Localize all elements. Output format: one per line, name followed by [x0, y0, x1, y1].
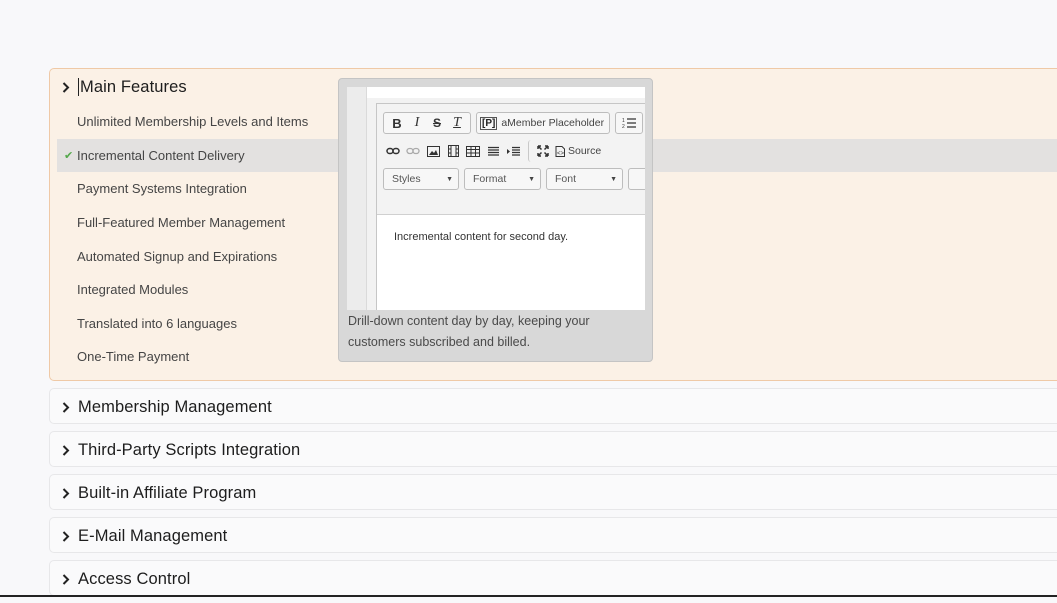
text-caret — [78, 78, 79, 96]
dropdown-arrow-icon: ▼ — [446, 175, 453, 183]
chevron-right-icon — [54, 69, 78, 105]
feature-item-label: Incremental Content Delivery — [77, 147, 245, 163]
dropdown-arrow-icon: ▼ — [610, 175, 617, 183]
placeholder-button[interactable]: [P] aMember Placeholder — [476, 112, 611, 134]
panel-title: Access Control — [78, 569, 191, 588]
feature-preview-popup: B I S T [P] aMember Placeholder 12 <> So… — [338, 78, 653, 362]
maximize-icon[interactable] — [533, 141, 553, 161]
view-button-group: <> Source — [528, 140, 606, 162]
placeholder-label: aMember Placeholder — [501, 117, 605, 129]
image-icon[interactable] — [423, 141, 443, 161]
panel-header-membership-management[interactable]: Membership Management — [50, 389, 1057, 425]
size-dropdown[interactable] — [628, 168, 645, 190]
styles-dropdown[interactable]: Styles ▼ — [383, 168, 459, 190]
editor-content-area[interactable]: Incremental content for second day. — [377, 214, 645, 310]
editor-screenshot: B I S T [P] aMember Placeholder 12 <> So… — [347, 87, 645, 310]
chevron-right-icon — [54, 389, 78, 425]
chevron-right-icon — [54, 561, 78, 597]
unlink-icon[interactable] — [403, 141, 423, 161]
panel-email-management: E-Mail Management — [49, 517, 1057, 553]
editor-top-strip — [367, 87, 645, 98]
numbered-list-icon: 12 — [619, 113, 639, 133]
bold-button[interactable]: B — [387, 113, 407, 133]
panel-title: Third-Party Scripts Integration — [78, 440, 301, 459]
popup-caption: Drill-down content day by day, keeping y… — [348, 314, 590, 349]
editor-toolbar-row-2: <> Source — [383, 140, 606, 162]
link-icon[interactable] — [383, 141, 403, 161]
format-label: Format — [473, 173, 507, 185]
strikethrough-button[interactable]: S — [427, 113, 447, 133]
horizontal-rule-icon[interactable] — [483, 141, 503, 161]
dropdown-arrow-icon: ▼ — [528, 175, 535, 183]
panel-title: Membership Management — [78, 397, 272, 416]
panel-header-access-control[interactable]: Access Control — [50, 561, 1057, 597]
svg-text:<>: <> — [557, 151, 565, 157]
rich-text-editor: B I S T [P] aMember Placeholder 12 <> So… — [376, 103, 645, 310]
format-button-group: B I S T — [383, 112, 471, 134]
source-label: Source — [568, 145, 602, 157]
panel-header-email-management[interactable]: E-Mail Management — [50, 518, 1057, 554]
styles-label: Styles — [392, 173, 421, 185]
video-icon[interactable] — [443, 141, 463, 161]
italic-button[interactable]: I — [407, 113, 427, 133]
format-dropdown[interactable]: Format ▼ — [464, 168, 541, 190]
panel-header-third-party-scripts[interactable]: Third-Party Scripts Integration — [50, 432, 1057, 468]
editor-gutter — [347, 87, 367, 310]
numbered-list-button[interactable]: 12 — [615, 112, 644, 134]
panel-access-control: Access Control — [49, 560, 1057, 596]
font-label: Font — [555, 173, 577, 185]
check-icon: ✔ — [64, 149, 74, 162]
editor-toolbar-row-1: B I S T [P] aMember Placeholder 12 — [383, 112, 644, 134]
panel-membership-management: Membership Management — [49, 388, 1057, 424]
panel-title: Main Features — [80, 77, 187, 96]
indent-icon[interactable] — [503, 141, 523, 161]
panel-title: Built-in Affiliate Program — [78, 483, 257, 502]
panel-title: E-Mail Management — [78, 526, 228, 545]
chevron-right-icon — [54, 475, 78, 511]
panel-header-affiliate-program[interactable]: Built-in Affiliate Program — [50, 475, 1057, 511]
source-icon: <> — [555, 145, 565, 157]
source-button[interactable]: <> Source — [553, 141, 603, 161]
editor-content-text: Incremental content for second day. — [394, 231, 569, 243]
clear-format-button[interactable]: T — [447, 113, 467, 133]
panel-third-party-scripts: Third-Party Scripts Integration — [49, 431, 1057, 467]
editor-toolbar-row-3: Styles ▼ Format ▼ Font ▼ — [383, 168, 645, 190]
panel-affiliate-program: Built-in Affiliate Program — [49, 474, 1057, 510]
placeholder-icon: [P] — [480, 116, 498, 130]
chevron-right-icon — [54, 518, 78, 554]
table-icon[interactable] — [463, 141, 483, 161]
svg-text:2: 2 — [622, 124, 625, 129]
chevron-right-icon — [54, 432, 78, 468]
font-dropdown[interactable]: Font ▼ — [546, 168, 623, 190]
insert-button-group — [383, 140, 523, 162]
